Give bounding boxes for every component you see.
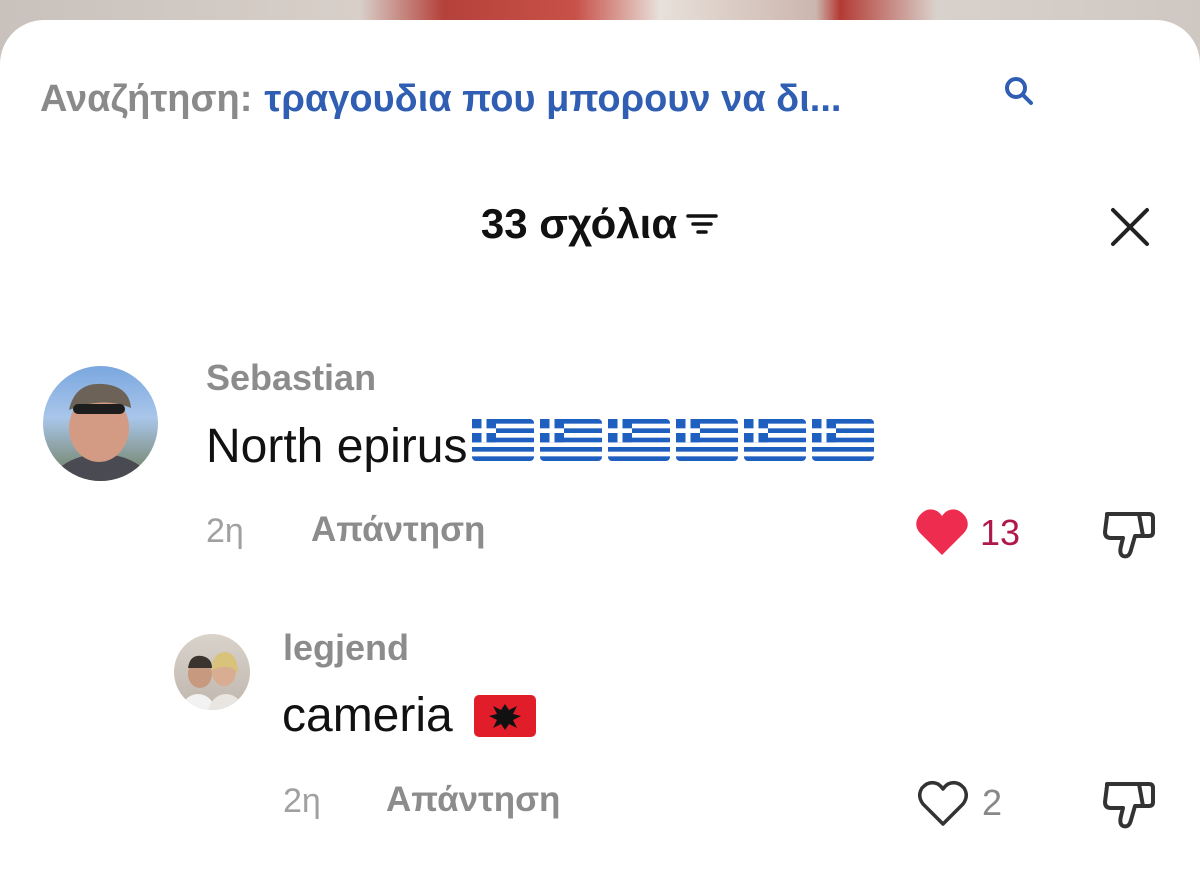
search-icon[interactable]: [1002, 74, 1036, 108]
thumbs-down-icon[interactable]: [1101, 776, 1157, 832]
search-prefix: Αναζήτηση:: [40, 78, 253, 120]
greece-flag-icon: [540, 419, 603, 461]
like-count: 13: [980, 512, 1021, 553]
search-query[interactable]: τραγουδια που μπορουν να δι...: [264, 78, 841, 120]
comment-time: 2η: [283, 782, 321, 820]
greece-flag-icon: [744, 419, 807, 461]
greece-flag-icon: [608, 419, 671, 461]
greece-flag-icon: [676, 419, 739, 461]
comment-text-content: cameria: [282, 689, 453, 742]
comment-text: North epirus: [206, 418, 875, 474]
comment-text-content: North epirus: [206, 419, 468, 473]
greece-flag-icon: [472, 419, 535, 461]
comment-username[interactable]: Sebastian: [206, 357, 376, 399]
greek-flags: [467, 418, 875, 474]
avatar[interactable]: [174, 634, 250, 710]
thumbs-down-icon[interactable]: [1101, 506, 1157, 562]
filter-icon[interactable]: [685, 210, 719, 238]
heart-icon[interactable]: [916, 778, 970, 828]
comment-username[interactable]: legjend: [283, 627, 409, 669]
like-count: 2: [982, 782, 1003, 823]
search-bar[interactable]: Αναζήτηση: τραγουδια που μπορουν να δι...: [40, 78, 1040, 121]
comment-time: 2η: [206, 512, 244, 550]
reply-button[interactable]: Απάντηση: [311, 510, 485, 550]
greece-flag-icon: [812, 419, 875, 461]
reply-button[interactable]: Απάντηση: [386, 780, 560, 820]
close-icon[interactable]: [1108, 205, 1152, 249]
avatar[interactable]: [43, 366, 158, 481]
comments-title: 33 σχόλια: [481, 200, 719, 248]
comments-count-label: 33 σχόλια: [480, 200, 678, 247]
albania-flag-icon: [473, 694, 536, 737]
comment-text: cameria: [282, 688, 537, 743]
heart-icon[interactable]: [915, 507, 969, 557]
